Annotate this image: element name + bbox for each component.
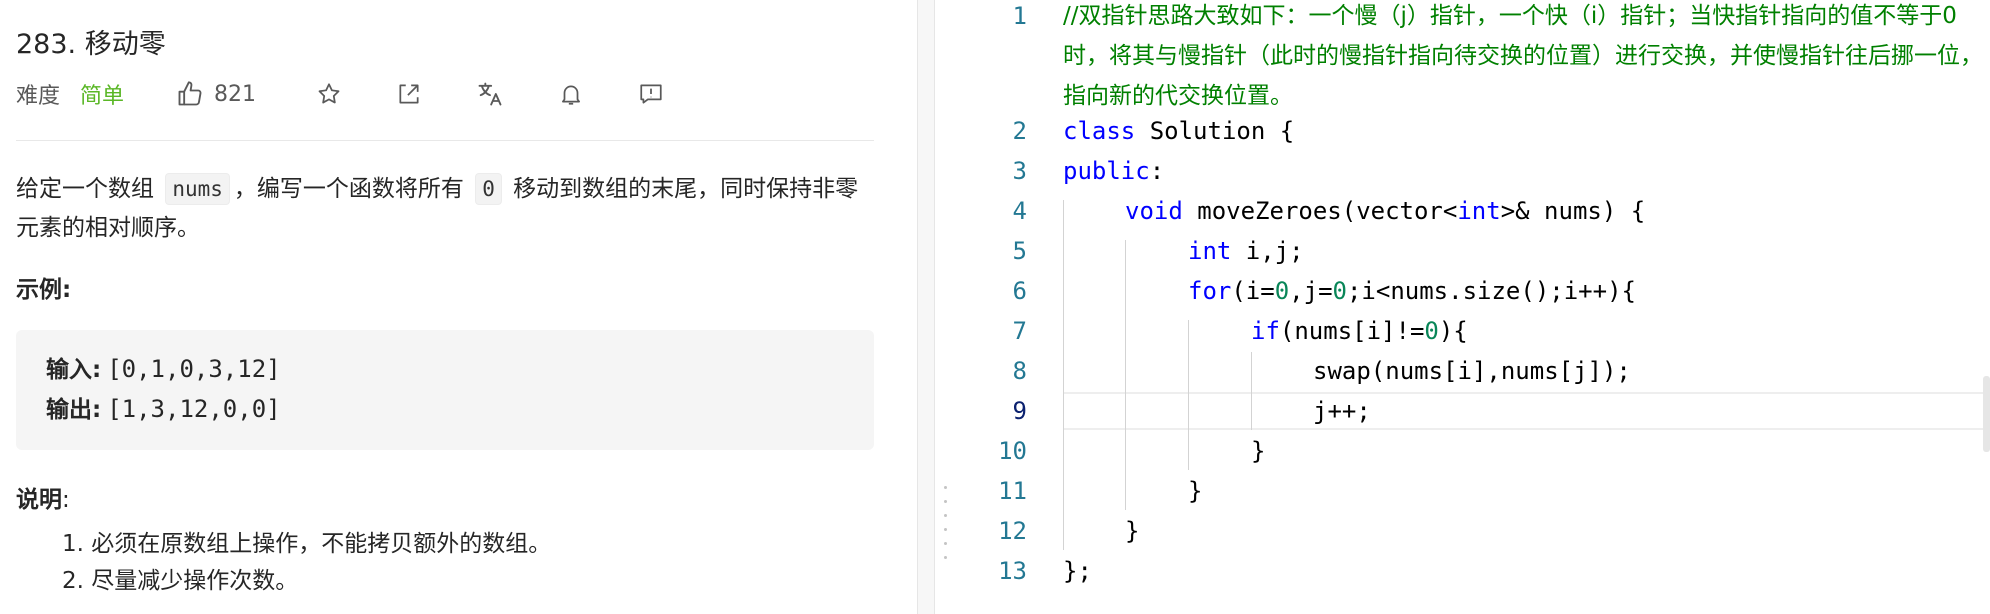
problem-title: 283. 移动零 [16, 29, 166, 60]
code-line: 2 class Solution { [957, 112, 1990, 150]
code-text: }; [1063, 557, 1092, 585]
share-button[interactable] [396, 81, 422, 107]
translate-button[interactable] [476, 80, 504, 108]
bell-icon [562, 85, 581, 105]
example-input: 输入: [0,1,0,3,12] [46, 350, 281, 384]
pane-divider[interactable] [917, 0, 935, 614]
code-line: 4 void moveZeroes(vector<int>& nums) { [957, 192, 1990, 230]
note-list: 1. 必须在原数组上操作，不能拷贝额外的数组。 2. 尽量减少操作次数。 [62, 526, 551, 600]
input-value: [0,1,0,3,12] [107, 355, 281, 383]
share-icon [399, 84, 419, 104]
feedback-icon [640, 84, 662, 104]
note-label: 说明: [16, 480, 70, 514]
code-text: } [1125, 517, 1140, 545]
code-text: for(i=0,j=0;i<nums.size();i++){ [1188, 277, 1636, 305]
line-number: 2 [1012, 117, 1027, 145]
like-button[interactable]: 821 [176, 80, 256, 108]
code-line: 3 public: [957, 152, 1990, 190]
code-text: if(nums[i]!=0){ [1251, 317, 1468, 345]
line-number: 7 [1012, 317, 1027, 345]
code-line: 10 } [957, 432, 1990, 470]
code-text: public: [1063, 157, 1165, 185]
line-number: 4 [1012, 197, 1027, 225]
code-nums: nums [165, 173, 230, 205]
line-number: 11 [998, 477, 1027, 505]
code-line: 12 } [957, 512, 1990, 550]
input-label: 输入: [46, 357, 102, 383]
problem-meta: 难度 简单 821 [16, 78, 664, 110]
example-label: 示例: [16, 277, 72, 303]
resize-handle[interactable] [944, 486, 948, 580]
header-divider [16, 140, 874, 141]
code-text: j++; [1313, 397, 1371, 425]
line-number: 6 [1012, 277, 1027, 305]
code-text: void moveZeroes(vector<int>& nums) { [1125, 197, 1646, 225]
code-text: } [1188, 477, 1203, 505]
example-output: 输出: [1,3,12,0,0] [46, 390, 281, 424]
line-number: 3 [1012, 157, 1027, 185]
output-label: 输出: [46, 397, 102, 423]
star-icon [318, 83, 340, 104]
code-line: 1 //双指针思路大致如下：一个慢（j）指针，一个快（i）指针；当快指针指向的值… [957, 0, 1990, 109]
line-number: 8 [1012, 357, 1027, 385]
code-text: } [1251, 437, 1266, 465]
code-line: 7 if(nums[i]!=0){ [957, 312, 1990, 350]
example-box: 输入: [0,1,0,3,12] 输出: [1,3,12,0,0] [16, 330, 874, 450]
subscribe-button[interactable] [558, 81, 584, 107]
line-number: 12 [998, 517, 1027, 545]
code-text: int i,j; [1188, 237, 1304, 265]
code-editor[interactable]: 1 //双指针思路大致如下：一个慢（j）指针，一个快（i）指针；当快指针指向的值… [957, 0, 1990, 614]
difficulty-value: 简单 [80, 84, 125, 109]
line-number: 1 [1012, 2, 1027, 30]
line-number: 13 [998, 557, 1027, 585]
feedback-button[interactable] [638, 81, 664, 107]
code-line: 5 int i,j; [957, 232, 1990, 270]
problem-panel: 283. 移动零 难度 简单 821 给定一个数组 nums ，编写一个函数将所… [0, 0, 917, 614]
line-number: 9 [1012, 397, 1027, 425]
list-item: 1. 必须在原数组上操作，不能拷贝额外的数组。 [62, 531, 552, 557]
code-line-active: 9 j++; [957, 392, 1990, 430]
line-number: 5 [1012, 237, 1027, 265]
code-text: class Solution { [1063, 117, 1295, 145]
like-count: 821 [214, 81, 257, 107]
translate-icon [478, 82, 502, 106]
code-text: swap(nums[i],nums[j]); [1313, 357, 1631, 385]
code-line: 8 swap(nums[i],nums[j]); [957, 352, 1990, 390]
favorite-button[interactable] [316, 81, 342, 107]
thumbs-up-icon [178, 81, 202, 106]
code-line: 6 for(i=0,j=0;i<nums.size();i++){ [957, 272, 1990, 310]
line-number: 10 [998, 437, 1027, 465]
description-text: ，编写一个函数将所有 [233, 176, 472, 202]
code-comment: //双指针思路大致如下：一个慢（j）指针，一个快（i）指针；当快指针指向的值不等… [1063, 3, 1983, 109]
editor-scrollbar[interactable] [1983, 376, 1990, 452]
problem-description: 给定一个数组 nums ，编写一个函数将所有 0 移动到数组的末尾，同时保持非零元… [16, 170, 876, 248]
code-zero: 0 [475, 173, 502, 205]
output-value: [1,3,12,0,0] [107, 395, 281, 423]
difficulty-label: 难度 [16, 84, 61, 109]
code-line: 13 }; [957, 552, 1990, 590]
note-label-text: 说明 [16, 487, 62, 513]
description-text: 给定一个数组 [16, 176, 162, 202]
list-item: 2. 尽量减少操作次数。 [62, 568, 299, 594]
note-label-colon: : [62, 487, 70, 513]
code-line: 11 } [957, 472, 1990, 510]
